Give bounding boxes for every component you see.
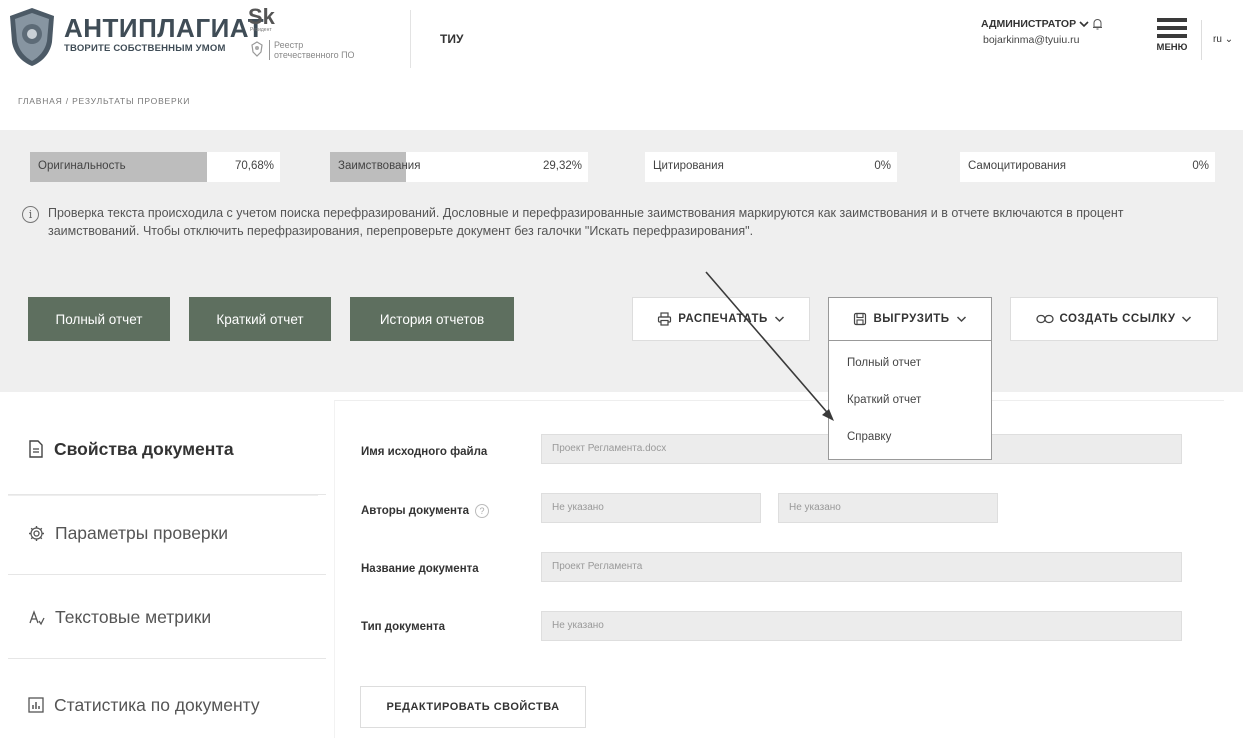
metric-label: Оригинальность [38,160,126,172]
metric-label: Заимствования [338,160,421,172]
brand: АНТИПЛАГИАТ ТВОРИТЕ СОБСТВЕННЫМ УМОМ [64,14,264,54]
help-icon[interactable]: ? [474,504,489,518]
antiplagiat-shield-logo[interactable] [8,6,56,68]
brand-slogan: ТВОРИТЕ СОБСТВЕННЫМ УМОМ [64,43,226,54]
metric-value: 0% [874,160,891,172]
statistics-icon [28,697,44,713]
document-name-label: Название документа [361,563,479,575]
metric-value: 70,68% [234,160,274,172]
authors-label: Авторы документа ? [361,504,489,518]
sidebar-divider [8,658,326,659]
chevron-down-icon [956,316,966,323]
sidebar-item-document-statistics[interactable]: Статистика по документу [8,660,318,738]
paraphrase-info-text: Проверка текста происходила с учетом пои… [48,206,1124,238]
text-metrics-icon [29,609,45,625]
sidebar-item-document-properties[interactable]: Свойства документа [8,404,318,494]
registry-emblem-icon [251,41,263,57]
print-button[interactable]: РАСПЕЧАТАТЬ [632,297,810,341]
menu-label: МЕНЮ [1156,42,1188,53]
menu-button[interactable]: МЕНЮ [1150,18,1194,62]
brand-name: АНТИПЛАГИАТ [64,13,265,43]
edit-properties-button[interactable]: РЕДАКТИРОВАТЬ СВОЙСТВА [360,686,586,728]
app-header: АНТИПЛАГИАТ ТВОРИТЕ СОБСТВЕННЫМ УМОМ Sk … [0,0,1243,80]
chevron-down-icon: ⌄ [1224,34,1234,45]
document-icon [29,440,43,458]
registry-line-1: Реестр [274,40,304,50]
document-type-field[interactable]: Не указано [541,611,1182,641]
printer-icon [658,312,672,326]
language-label: ru [1213,34,1222,45]
metric-value: 29,32% [542,160,582,172]
authors-label-text: Авторы документа [361,505,469,517]
metric-originality: Оригинальность 70,68% [30,152,280,182]
chevron-down-icon [1182,316,1192,323]
metric-value: 0% [1192,160,1209,172]
link-icon [1035,314,1054,324]
organization-name: ТИУ [440,32,464,46]
gear-icon [29,525,44,541]
skolkovo-caption: Резидент [250,27,272,33]
sidebar-item-text-metrics[interactable]: Текстовые метрики [8,572,318,662]
document-name-field[interactable]: Проект Регламента [541,552,1182,582]
source-file-label: Имя исходного файла [361,446,487,458]
info-icon: i [22,206,39,223]
document-type-label-text: Тип документа [361,621,445,633]
save-icon [854,312,867,326]
sidebar-item-label: Параметры проверки [55,522,229,543]
hamburger-icon [1150,18,1194,38]
metric-label: Самоцитирования [968,160,1067,172]
export-menu-item-short-report[interactable]: Краткий отчет [847,394,921,406]
metric-label: Цитирования [653,160,724,172]
short-report-button[interactable]: Краткий отчет [189,297,331,341]
user-role-label: АДМИНИСТРАТОР [981,18,1077,30]
registry-caption: Реестр отечественного ПО [274,40,355,60]
export-dropdown-menu: Полный отчет Краткий отчет Справку [828,340,992,460]
metric-self-citations: Самоцитирования 0% [960,152,1215,182]
export-button[interactable]: ВЫГРУЗИТЬ [828,297,992,341]
skolkovo-logo: Sk [248,4,275,29]
user-role-dropdown[interactable]: АДМИНИСТРАТОР [981,18,1103,30]
metric-citations: Цитирования 0% [645,152,897,182]
author-field-1[interactable]: Не указано [541,493,761,523]
export-label: ВЫГРУЗИТЬ [873,313,950,325]
full-report-button[interactable]: Полный отчет [28,297,170,341]
document-name-label-text: Название документа [361,563,479,575]
export-menu-item-full-report[interactable]: Полный отчет [847,357,921,369]
registry-line-2: отечественного ПО [274,50,355,60]
create-link-label: СОЗДАТЬ ССЫЛКУ [1059,313,1176,325]
metric-borrowings: Заимствования 29,32% [330,152,588,182]
registry-divider [269,40,270,60]
create-link-button[interactable]: СОЗДАТЬ ССЫЛКУ [1010,297,1218,341]
sidebar-item-label: Статистика по документу [54,694,260,715]
language-divider [1201,20,1202,60]
breadcrumb[interactable]: ГЛАВНАЯ / РЕЗУЛЬТАТЫ ПРОВЕРКИ [18,96,190,106]
document-type-label: Тип документа [361,621,445,633]
report-history-button[interactable]: История отчетов [350,297,514,341]
sidebar-item-label: Текстовые метрики [55,606,212,627]
chevron-down-icon [1079,21,1089,28]
sidebar-item-check-parameters[interactable]: Параметры проверки [8,488,318,578]
chevron-down-icon [774,316,784,323]
author-field-2[interactable]: Не указано [778,493,998,523]
user-email: bojarkinma@tyuiu.ru [983,34,1080,46]
language-selector[interactable]: ru ⌄ [1213,34,1233,45]
export-menu-item-certificate[interactable]: Справку [847,431,891,443]
source-file-label-text: Имя исходного файла [361,446,488,458]
print-label: РАСПЕЧАТАТЬ [678,313,768,325]
header-divider [410,10,411,68]
sidebar-item-label: Свойства документа [54,438,234,459]
bell-icon[interactable] [1092,18,1103,30]
